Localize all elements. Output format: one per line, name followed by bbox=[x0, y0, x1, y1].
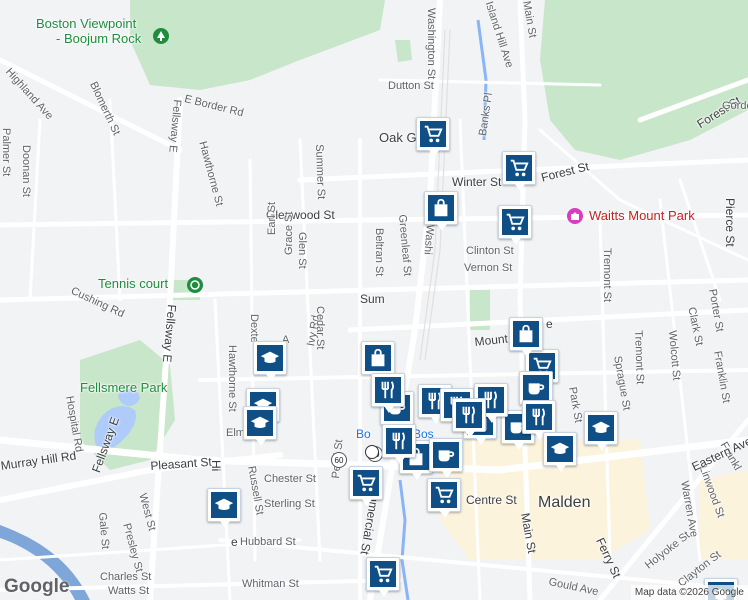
graduation-cap-icon bbox=[260, 351, 280, 364]
street-label: Hi bbox=[209, 460, 223, 472]
grocery-cart-marker[interactable] bbox=[502, 151, 536, 191]
station-label: Bo bbox=[356, 427, 371, 441]
street-label: Watts St bbox=[108, 585, 150, 597]
school-marker[interactable] bbox=[584, 411, 618, 451]
restaurant-marker[interactable] bbox=[382, 424, 416, 464]
street-label: Tremont St bbox=[601, 248, 613, 302]
grocery-cart-marker[interactable] bbox=[366, 557, 400, 597]
place-label: Tennis court bbox=[98, 276, 169, 291]
street-label: Cedar St bbox=[314, 306, 326, 350]
street-label: Dutton St bbox=[388, 80, 434, 92]
cart-icon bbox=[510, 159, 529, 177]
street-label: Charles St bbox=[100, 571, 152, 583]
cart-icon bbox=[506, 213, 525, 231]
street-label: Dexte bbox=[248, 314, 260, 343]
store-bag-marker[interactable] bbox=[424, 191, 458, 231]
street-label: Winter St bbox=[452, 175, 502, 189]
coffee-cup-icon bbox=[528, 383, 545, 395]
tennis-icon[interactable] bbox=[187, 277, 203, 293]
school-marker[interactable] bbox=[253, 341, 287, 381]
fork-knife-icon bbox=[381, 381, 394, 399]
grocery-cart-marker[interactable] bbox=[349, 466, 383, 506]
street-label: Summer St bbox=[313, 144, 327, 200]
place-label: - Boojum Rock bbox=[56, 31, 142, 46]
route-60-shield: 60 bbox=[331, 452, 347, 468]
street-label: Beltran St bbox=[373, 228, 385, 277]
street-label: Clinton St bbox=[466, 245, 514, 257]
restaurant-marker[interactable] bbox=[371, 373, 405, 413]
graduation-cap-icon bbox=[550, 442, 570, 455]
street-label: Hawthorne St bbox=[226, 345, 238, 412]
park-pin-icon[interactable] bbox=[567, 208, 583, 224]
graduation-cap-icon bbox=[214, 498, 234, 511]
map-attribution[interactable]: Map data ©2026 Google bbox=[630, 585, 748, 600]
grocery-cart-marker[interactable] bbox=[416, 117, 450, 157]
street-label: Sterling St bbox=[264, 498, 315, 510]
street-label: Washington St bbox=[425, 8, 437, 80]
google-logo[interactable]: Google bbox=[4, 576, 69, 598]
school-marker[interactable] bbox=[243, 406, 277, 446]
fork-knife-icon bbox=[532, 408, 545, 426]
graduation-cap-icon bbox=[250, 416, 270, 429]
street-label: Sum bbox=[360, 292, 385, 306]
shopping-bag-icon bbox=[434, 198, 448, 217]
coffee-cup-icon bbox=[438, 450, 455, 462]
street-label: Earl St bbox=[266, 201, 278, 235]
cart-icon bbox=[357, 474, 376, 492]
tree-icon[interactable] bbox=[153, 28, 169, 44]
cart-icon bbox=[374, 565, 393, 583]
grocery-cart-marker[interactable] bbox=[498, 205, 532, 245]
street-label: Tremont St bbox=[632, 330, 646, 385]
street-label: Doonan St bbox=[20, 145, 32, 197]
grocery-cart-marker[interactable] bbox=[427, 478, 461, 518]
street-label: Gordo bbox=[722, 100, 748, 112]
graduation-cap-icon bbox=[591, 421, 611, 434]
cart-icon bbox=[435, 486, 454, 504]
fork-knife-icon bbox=[462, 406, 475, 424]
shopping-bag-icon bbox=[371, 348, 385, 367]
street-label: e bbox=[231, 535, 238, 549]
street-label: Glen St bbox=[296, 232, 308, 269]
subway-station-icon[interactable] bbox=[365, 445, 379, 459]
street-label: Mount bbox=[473, 331, 509, 349]
street-label: Hubbard St bbox=[240, 536, 296, 548]
street-label: Chester St bbox=[264, 473, 316, 485]
store-bag-marker[interactable] bbox=[509, 317, 543, 357]
cart-icon bbox=[424, 125, 443, 143]
street-label: Whitman St bbox=[242, 578, 299, 590]
school-marker[interactable] bbox=[543, 432, 577, 472]
street-label: Pierce St bbox=[723, 198, 737, 247]
place-label: Oak G bbox=[379, 130, 417, 145]
map-canvas[interactable]: Boston Viewpoint - Boojum Rock Tennis co… bbox=[0, 0, 748, 600]
store-bag-marker[interactable] bbox=[361, 341, 395, 381]
street-label: Palmer St bbox=[0, 128, 12, 177]
street-label: Centre St bbox=[466, 493, 517, 507]
cafe-marker[interactable] bbox=[429, 438, 463, 478]
restaurant-marker[interactable] bbox=[522, 400, 556, 440]
street-label: Grace St bbox=[283, 211, 295, 255]
city-label: Malden bbox=[538, 494, 591, 511]
place-label: Waitts Mount Park bbox=[589, 208, 695, 223]
street-label: e bbox=[546, 317, 553, 331]
fork-knife-icon bbox=[392, 432, 405, 450]
street-label: Vernon St bbox=[464, 262, 513, 274]
restaurant-marker[interactable] bbox=[452, 398, 486, 438]
place-label: Boston Viewpoint bbox=[36, 16, 137, 31]
school-marker[interactable] bbox=[207, 488, 241, 528]
shopping-bag-icon bbox=[519, 324, 533, 343]
place-label: Fellsmere Park bbox=[80, 380, 168, 395]
